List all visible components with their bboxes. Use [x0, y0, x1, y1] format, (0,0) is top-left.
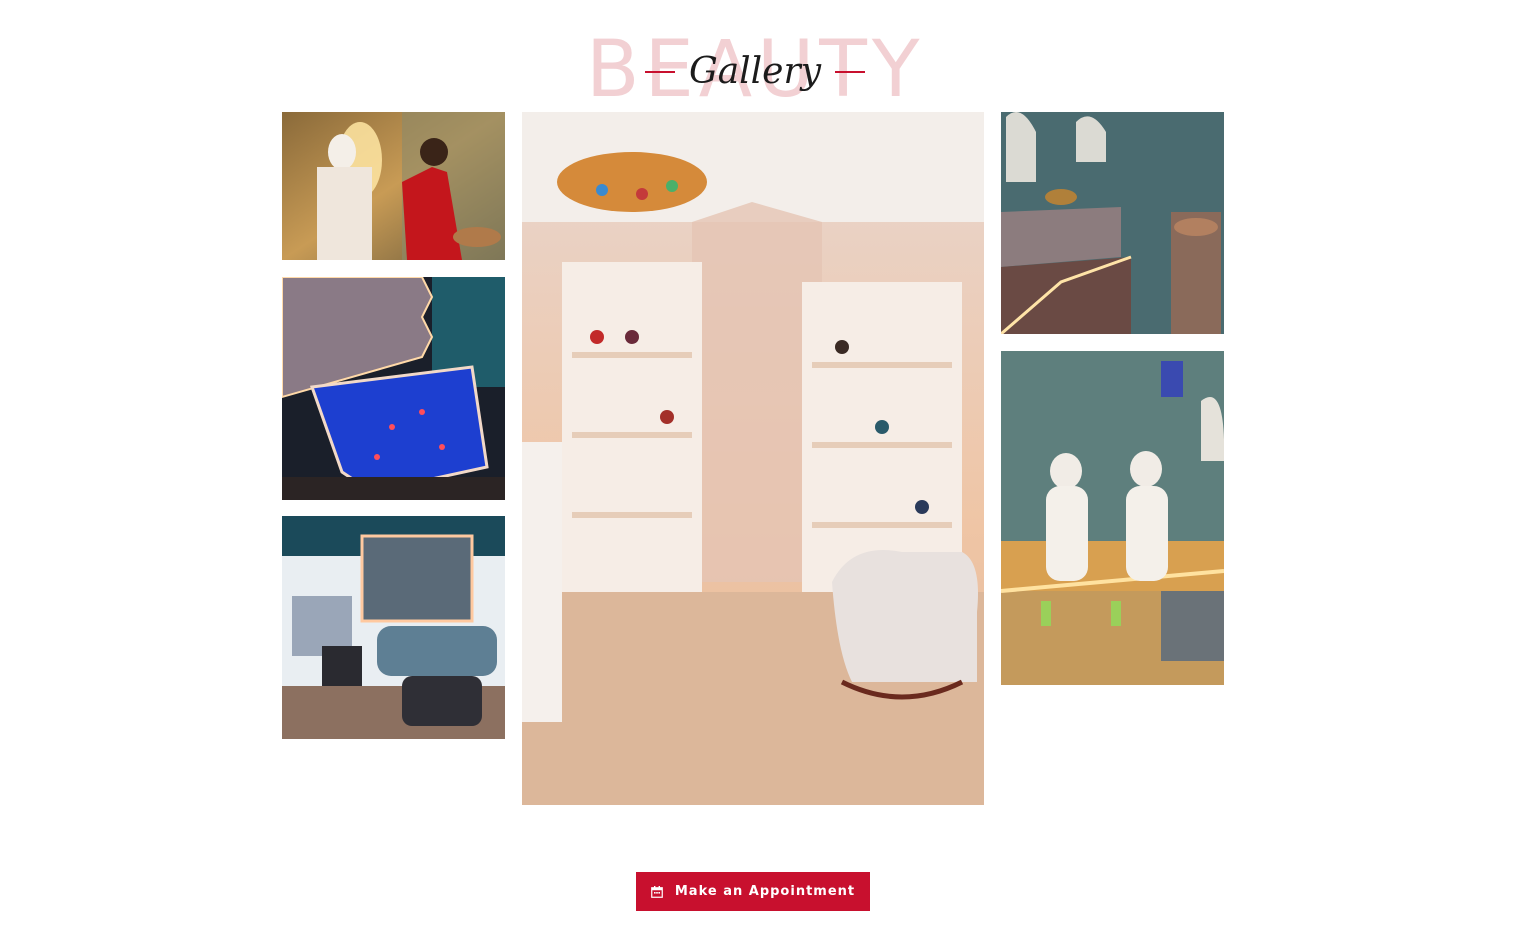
- heading-line-left: [645, 71, 675, 73]
- facial-room-photo[interactable]: [282, 516, 505, 739]
- hammam-room-photo[interactable]: [1001, 112, 1224, 334]
- shop-lounge-photo[interactable]: [522, 112, 984, 805]
- make-appointment-label: Make an Appointment: [674, 884, 856, 899]
- calendar-icon: [651, 885, 663, 898]
- treatment-massage-photo[interactable]: [282, 112, 505, 260]
- gallery-section: BEAUTY Gallery Make an Appointment: [0, 0, 1532, 927]
- pool-photo[interactable]: [282, 277, 505, 500]
- hammam-guests-photo[interactable]: [1001, 351, 1224, 685]
- section-heading: Gallery: [645, 44, 865, 100]
- heading-line-right: [835, 71, 865, 73]
- section-title: Gallery: [688, 51, 822, 92]
- make-appointment-button[interactable]: Make an Appointment: [636, 872, 870, 911]
